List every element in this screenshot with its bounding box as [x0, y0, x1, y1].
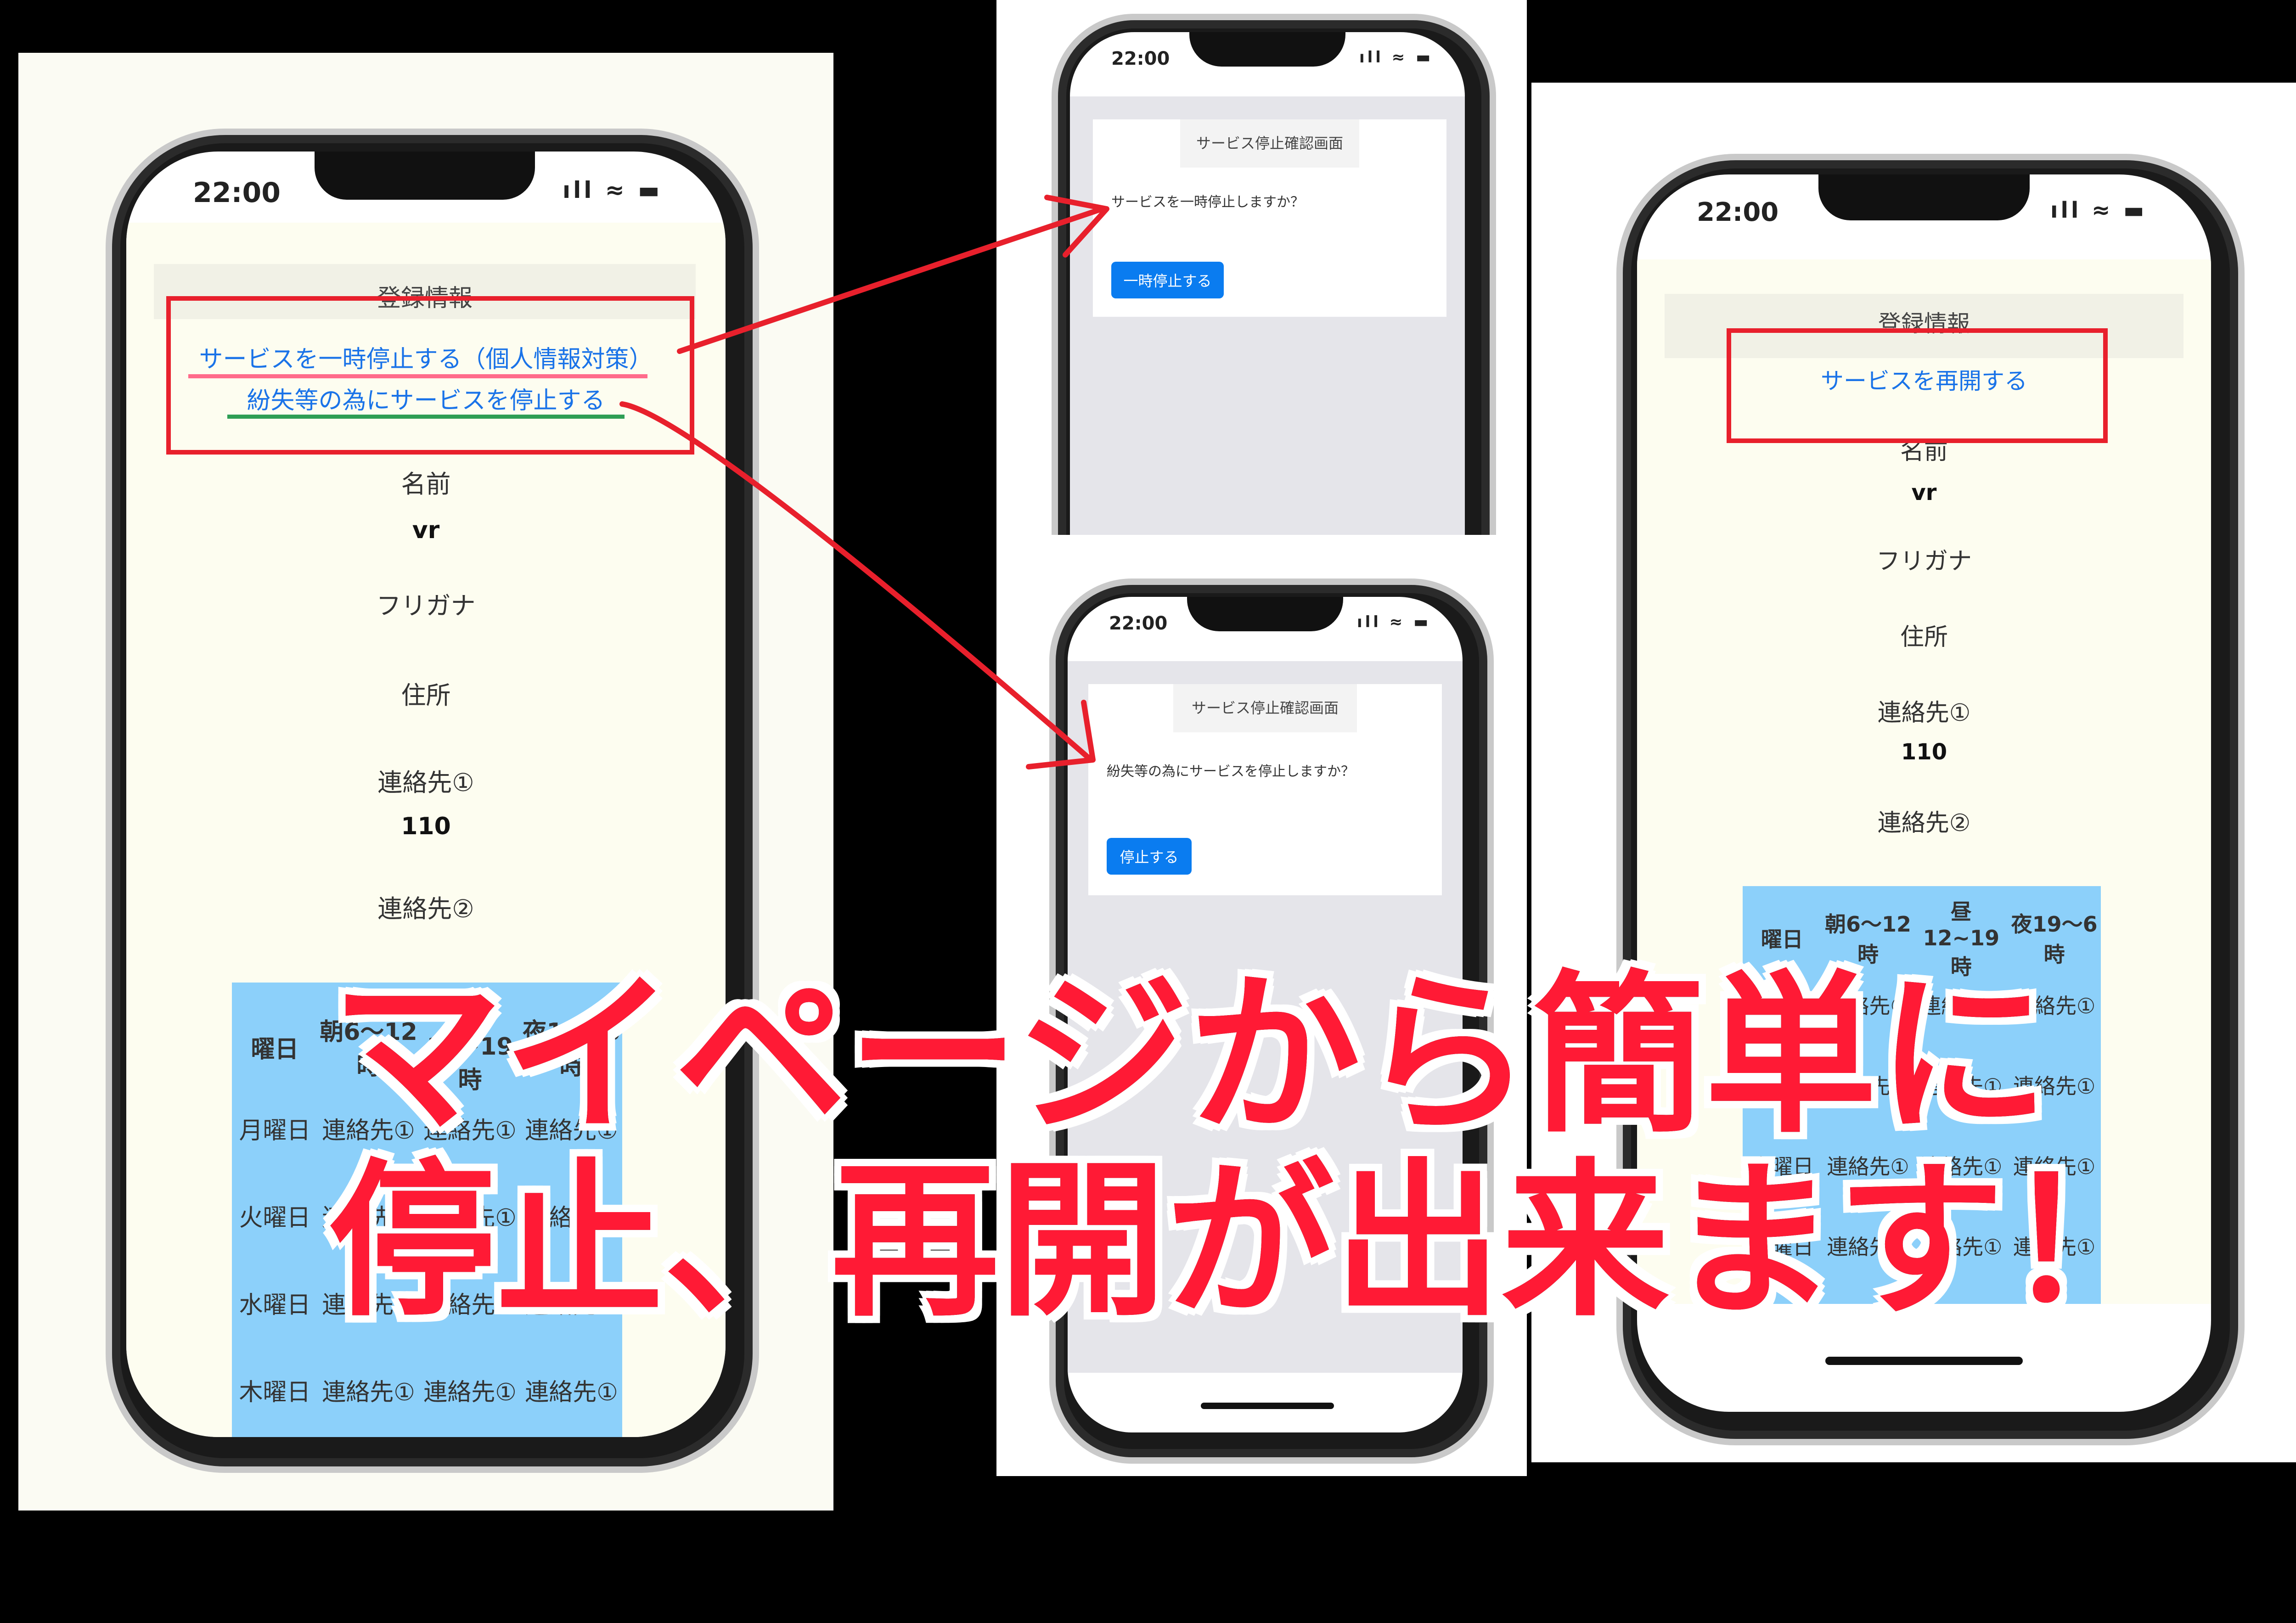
- contact1-value: 110: [401, 813, 451, 840]
- confirm-card: サービス停止確認画面 サービスを一時停止しますか？ 一時停止する: [1093, 119, 1446, 317]
- schedule-cell: 連絡先①: [525, 1379, 618, 1406]
- status-icons: ıll ≈ ▬: [1359, 48, 1434, 67]
- home-indicator: [1201, 1403, 1334, 1409]
- home-indicator: [1825, 1357, 2023, 1365]
- status-time: 22:00: [193, 177, 281, 209]
- confirm-card-title: サービス停止確認画面: [1173, 684, 1357, 732]
- headline-line2: 停止、再開が出来ます！: [328, 1144, 2172, 1339]
- address-label: 住所: [1900, 623, 1948, 651]
- phone-notch: [315, 152, 535, 200]
- name-label: 名前: [401, 470, 451, 499]
- address-label: 住所: [401, 681, 451, 710]
- furigana-label: フリガナ: [1876, 548, 1972, 575]
- furigana-label: フリガナ: [376, 591, 476, 620]
- confirm-background: サービス停止確認画面 サービスを一時停止しますか？ 一時停止する: [1070, 96, 1465, 535]
- phone-screen-pause-confirm: 22:00 ıll ≈ ▬ サービス停止確認画面 サービスを一時停止しますか？ …: [1070, 32, 1465, 535]
- phone-notch: [1187, 597, 1343, 631]
- schedule-day: 水曜日: [239, 1292, 311, 1319]
- contact1-label: 連絡先①: [1877, 699, 1971, 727]
- schedule-day: 火曜日: [239, 1204, 311, 1232]
- headline-line1: マイページから簡単に: [331, 956, 2049, 1156]
- phone-notch: [1189, 32, 1345, 67]
- status-time: 22:00: [1697, 197, 1779, 227]
- status-time: 22:00: [1111, 48, 1170, 69]
- phone-notch: [1818, 174, 2030, 220]
- confirm-message: サービスを一時停止しますか？: [1111, 194, 1304, 210]
- pause-button[interactable]: 一時停止する: [1111, 262, 1224, 298]
- contact1-value: 110: [1901, 739, 1947, 765]
- status-time: 22:00: [1109, 613, 1168, 634]
- status-icons: ıll ≈ ▬: [1357, 613, 1431, 631]
- contact2-label: 連絡先②: [1877, 809, 1971, 837]
- schedule-cell: 連絡先①: [322, 1379, 415, 1406]
- highlight-box-resume-link: [1727, 328, 2108, 443]
- schedule-cell: 連絡先①: [423, 1379, 517, 1406]
- name-value: vr: [412, 517, 440, 544]
- schedule-day: 月曜日: [239, 1117, 311, 1145]
- stop-button[interactable]: 停止する: [1107, 838, 1192, 875]
- highlight-box-stop-links: [166, 296, 694, 455]
- confirm-message: 紛失等の為にサービスを停止しますか？: [1107, 764, 1355, 780]
- contact2-label: 連絡先②: [377, 894, 474, 923]
- schedule-header-day: 曜日: [251, 1035, 299, 1063]
- status-icons: ıll ≈ ▬: [2050, 197, 2147, 223]
- schedule-day: 木曜日: [239, 1379, 311, 1406]
- status-icons: ıll ≈ ▬: [563, 177, 663, 203]
- confirm-card-title: サービス停止確認画面: [1180, 119, 1359, 168]
- name-value: vr: [1911, 480, 1937, 505]
- confirm-card: サービス停止確認画面 紛失等の為にサービスを停止しますか？ 停止する: [1088, 684, 1442, 895]
- contact1-label: 連絡先①: [377, 768, 474, 797]
